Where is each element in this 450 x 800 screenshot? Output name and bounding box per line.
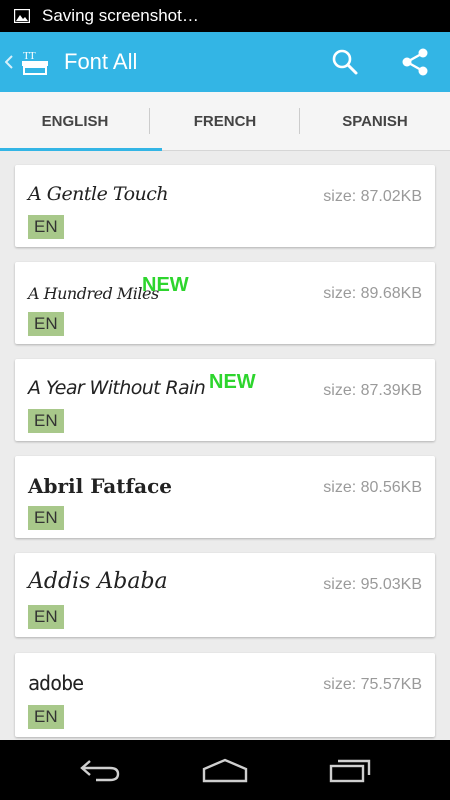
font-name: adobe	[28, 671, 84, 695]
tab-english-label: ENGLISH	[41, 112, 109, 130]
font-size-label: size: 80.56KB	[323, 479, 422, 496]
language-badge: EN	[28, 705, 64, 729]
font-name: A Year Without Rain	[28, 377, 206, 399]
font-list[interactable]: A Gentle Touch size: 87.02KB EN A Hundre…	[0, 151, 450, 741]
back-icon[interactable]	[65, 740, 135, 800]
share-icon[interactable]	[390, 32, 440, 92]
app-logo-icon[interactable]: T T	[20, 47, 50, 77]
page-title: Font All	[64, 49, 138, 74]
font-card-a-hundred-miles[interactable]: A Hundred Miles NEW size: 89.68KB EN	[15, 262, 435, 344]
font-name: A Hundred Miles	[28, 284, 159, 303]
font-size-label: size: 75.57KB	[323, 676, 422, 693]
font-size-label: size: 87.02KB	[323, 188, 422, 205]
font-card-a-year-without-rain[interactable]: A Year Without Rain NEW size: 87.39KB EN	[15, 359, 435, 441]
new-badge: NEW	[142, 274, 189, 296]
tab-french-label: FRENCH	[193, 112, 257, 130]
new-badge: NEW	[209, 371, 256, 393]
language-badge: EN	[28, 312, 64, 336]
language-badge: EN	[28, 409, 64, 433]
font-card-abril-fatface[interactable]: Abril Fatface size: 80.56KB EN	[15, 456, 435, 538]
recent-apps-icon[interactable]	[315, 740, 385, 800]
tab-english[interactable]: ENGLISH	[0, 92, 150, 150]
tab-spanish[interactable]: SPANISH	[300, 92, 450, 150]
language-badge: EN	[28, 506, 64, 530]
font-card-a-gentle-touch[interactable]: A Gentle Touch size: 87.02KB EN	[15, 165, 435, 247]
tab-french[interactable]: FRENCH	[150, 92, 300, 150]
font-size-label: size: 89.68KB	[323, 285, 422, 302]
language-badge: EN	[28, 215, 64, 239]
font-card-adobe[interactable]: adobe size: 75.57KB EN	[15, 653, 435, 737]
back-chevron-icon[interactable]	[2, 32, 16, 92]
font-name: Addis Ababa	[28, 569, 168, 594]
language-badge: EN	[28, 605, 64, 629]
search-icon[interactable]	[320, 32, 370, 92]
language-tabs: ENGLISH FRENCH SPANISH	[0, 92, 450, 151]
home-icon[interactable]	[190, 740, 260, 800]
font-name: Abril Fatface	[28, 474, 172, 498]
status-text: Saving screenshot…	[42, 6, 199, 25]
action-bar: T T Font All	[0, 32, 450, 92]
font-size-label: size: 87.39KB	[323, 382, 422, 399]
font-size-label: size: 95.03KB	[323, 576, 422, 593]
status-bar: Saving screenshot…	[0, 0, 450, 32]
font-name: A Gentle Touch	[28, 183, 169, 205]
navigation-bar	[0, 740, 450, 800]
font-card-addis-ababa[interactable]: Addis Ababa size: 95.03KB EN	[15, 553, 435, 637]
image-icon	[14, 9, 30, 23]
tab-spanish-label: SPANISH	[342, 112, 408, 130]
svg-text:T: T	[29, 50, 36, 62]
